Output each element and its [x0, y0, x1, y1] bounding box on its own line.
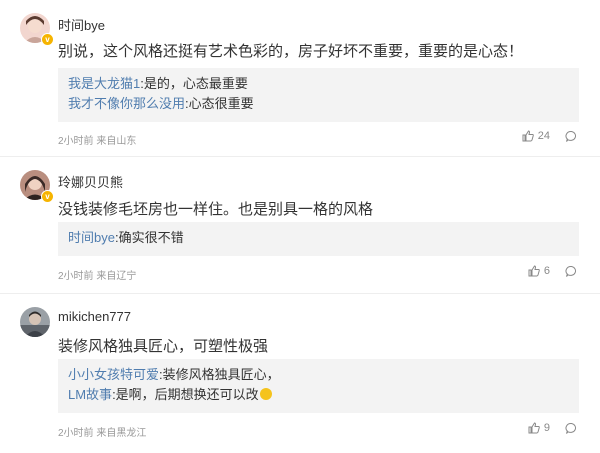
comment-item: mikichen777 装修风格独具匠心，可塑性极强 小小女孩特可爱:装修风格独…	[0, 294, 600, 449]
reply-button[interactable]	[565, 130, 578, 148]
username[interactable]: 玲娜贝贝熊	[58, 172, 123, 191]
reply-item: LM故事:是啊，后期想换还可以改	[68, 385, 569, 405]
like-count: 6	[543, 265, 550, 277]
comment-text: 没钱装修毛坯房也一样住。也是别具一格的风格	[58, 201, 374, 218]
reply-username[interactable]: 我是大龙猫1	[68, 76, 140, 91]
reply-list: 我是大龙猫1:是的，心态最重要 我才不像你那么没用:心态很重要	[58, 68, 579, 122]
like-button[interactable]: 24	[522, 130, 550, 142]
like-button[interactable]: 6	[528, 265, 550, 277]
reply-list: 小小女孩特可爱:装修风格独具匠心， LM故事:是啊，后期想换还可以改	[58, 359, 579, 413]
verified-badge-icon: v	[41, 33, 54, 46]
avatar[interactable]	[20, 307, 50, 337]
thumbs-up-icon	[528, 265, 540, 277]
comment-meta: 2小时前 来自辽宁	[58, 271, 137, 282]
comment-bubble-icon	[565, 131, 577, 142]
comment-bubble-icon	[565, 423, 577, 434]
comment-meta: 2小时前 来自山东	[58, 136, 137, 147]
username[interactable]: mikichen777	[58, 309, 131, 324]
reply-username[interactable]: 小小女孩特可爱	[68, 367, 159, 382]
like-count: 9	[543, 422, 550, 434]
username[interactable]: 时间bye	[58, 15, 105, 34]
reply-button[interactable]	[565, 265, 578, 283]
reply-username[interactable]: 我才不像你那么没用	[68, 96, 185, 111]
reply-item: 小小女孩特可爱:装修风格独具匠心，	[68, 365, 569, 385]
reply-username[interactable]: 时间bye	[68, 230, 115, 245]
reply-button[interactable]	[565, 422, 578, 440]
comment-bubble-icon	[565, 266, 577, 277]
reply-item: 我是大龙猫1:是的，心态最重要	[68, 74, 569, 94]
comment-meta: 2小时前 来自黑龙江	[58, 428, 147, 439]
reply-username[interactable]: LM故事	[68, 387, 112, 402]
reply-text: :是啊，后期想换还可以改	[112, 387, 259, 402]
reply-text: :确实很不错	[114, 230, 184, 245]
thumbs-up-icon	[522, 130, 534, 142]
comment-item: v 玲娜贝贝熊 没钱装修毛坯房也一样住。也是别具一格的风格 时间bye:确实很不…	[0, 157, 600, 294]
reply-text: :心态很重要	[185, 96, 254, 111]
reply-list: 时间bye:确实很不错	[58, 222, 579, 256]
like-button[interactable]: 9	[528, 422, 550, 434]
comment-text: 别说，这个风格还挺有艺术色彩的，房子好坏不重要，重要的是心态！	[58, 43, 524, 60]
thumbs-up-icon	[528, 422, 540, 434]
verified-badge-icon: v	[41, 190, 54, 203]
reply-item: 时间bye:确实很不错	[68, 228, 569, 248]
reply-text: :是的，心态最重要	[140, 76, 248, 91]
grin-emoji	[259, 388, 272, 400]
reply-text: :装修风格独具匠心，	[159, 367, 280, 382]
like-count: 24	[537, 130, 550, 142]
comment-item: v 时间bye 别说，这个风格还挺有艺术色彩的，房子好坏不重要，重要的是心态！ …	[0, 0, 600, 157]
comment-text: 装修风格独具匠心，可塑性极强	[58, 338, 269, 355]
reply-item: 我才不像你那么没用:心态很重要	[68, 94, 569, 114]
